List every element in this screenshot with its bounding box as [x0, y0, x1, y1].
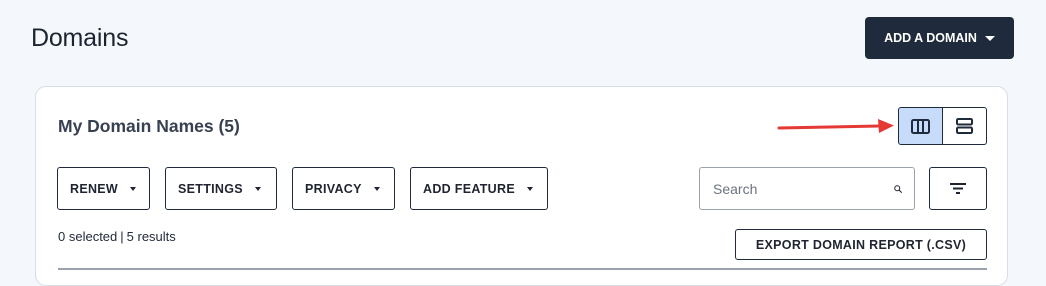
row-view-icon — [956, 118, 973, 134]
chevron-down-icon — [984, 35, 995, 41]
settings-dropdown[interactable]: SETTINGS — [165, 167, 277, 210]
chevron-down-icon — [254, 186, 261, 191]
add-domain-label: ADD A DOMAIN — [884, 31, 977, 45]
privacy-label: PRIVACY — [305, 181, 362, 196]
chevron-down-icon — [130, 186, 137, 191]
renew-dropdown[interactable]: RENEW — [57, 167, 150, 210]
add-feature-label: ADD FEATURE — [423, 181, 515, 196]
add-feature-dropdown[interactable]: ADD FEATURE — [410, 167, 548, 210]
page-title: Domains — [31, 24, 129, 52]
status-separator: | — [120, 229, 124, 244]
search-box — [699, 167, 915, 210]
chevron-down-icon — [526, 186, 533, 191]
export-report-button[interactable]: EXPORT DOMAIN REPORT (.CSV) — [735, 229, 987, 260]
filter-icon — [950, 183, 966, 194]
card-title: My Domain Names (5) — [58, 116, 240, 136]
selection-status: 0 selected | 5 results — [58, 229, 176, 244]
annotation-arrow-icon — [777, 119, 894, 133]
privacy-dropdown[interactable]: PRIVACY — [292, 167, 395, 210]
settings-label: SETTINGS — [178, 181, 243, 196]
search-input[interactable] — [713, 180, 894, 197]
column-view-button[interactable] — [898, 107, 943, 145]
filter-button[interactable] — [929, 167, 987, 210]
renew-label: RENEW — [70, 181, 119, 196]
selected-count: 0 selected — [58, 229, 118, 244]
column-view-icon — [911, 118, 930, 134]
results-count: 5 results — [126, 229, 176, 244]
view-toggle — [898, 107, 987, 145]
search-icon[interactable] — [894, 181, 902, 197]
add-domain-button[interactable]: ADD A DOMAIN — [865, 17, 1014, 59]
chevron-down-icon — [373, 186, 380, 191]
row-view-button[interactable] — [943, 107, 987, 145]
